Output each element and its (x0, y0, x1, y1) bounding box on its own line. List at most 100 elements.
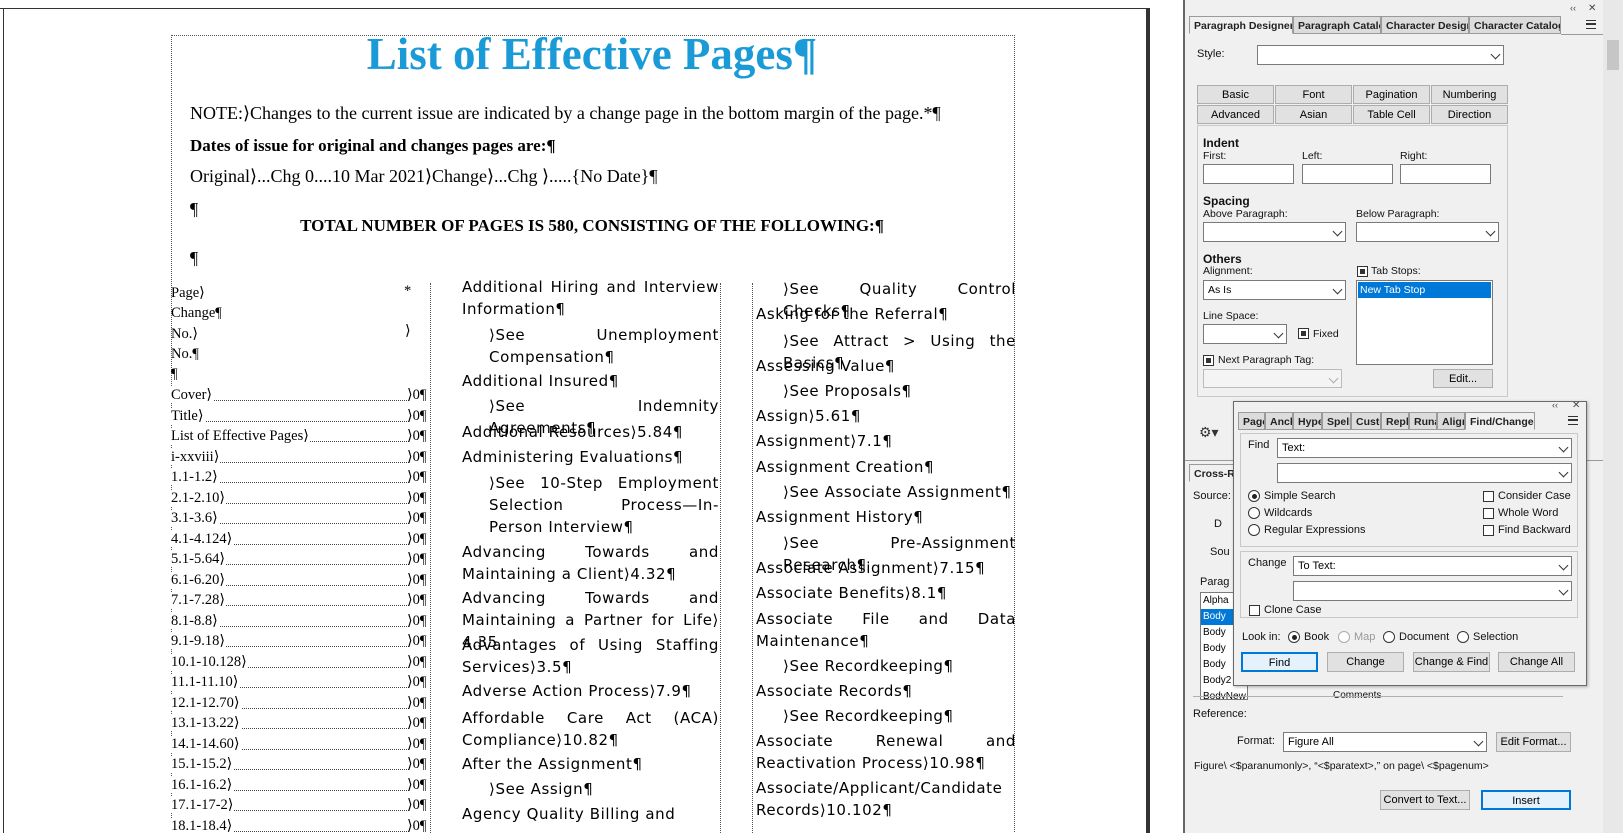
effective-page-row[interactable]: Title⟩ ⟩0¶ (171, 406, 431, 427)
panel-scrollbar[interactable] (1603, 0, 1623, 833)
tab-table-cell[interactable]: Table Cell (1353, 105, 1430, 124)
effective-page-row[interactable]: 4.1-4.124⟩ ⟩0¶ (171, 529, 431, 550)
right-indent-input[interactable] (1400, 164, 1491, 184)
tab-runaround[interactable]: Runa (1409, 412, 1437, 430)
effective-page-row[interactable]: 6.1-6.20⟩ ⟩0¶ (171, 570, 431, 591)
look-in-map-radio[interactable] (1338, 631, 1350, 643)
below-paragraph-select[interactable] (1356, 222, 1499, 242)
index-entry[interactable]: Advantages of Using Staffing Services⟩3.… (462, 634, 719, 678)
index-see-entry[interactable]: ⟩See 10-Step Employment Selection Proces… (462, 472, 719, 538)
effective-page-row[interactable]: 3.1-3.6⟩ ⟩0¶ (171, 508, 431, 529)
clone-case-checkbox[interactable] (1249, 605, 1260, 616)
total-pages-heading[interactable]: TOTAL NUMBER OF PAGES IS 580, CONSISTING… (171, 216, 1013, 236)
next-paragraph-select[interactable] (1203, 369, 1342, 388)
find-type-select[interactable]: Text: (1277, 438, 1572, 458)
index-entry[interactable]: Administering Evaluations¶ (462, 446, 719, 468)
change-button[interactable]: Change (1327, 652, 1404, 672)
page-title[interactable]: List of Effective Pages¶ (171, 28, 1013, 80)
index-entry[interactable]: Assignment⟩7.1¶ (756, 430, 1016, 452)
look-in-document-radio[interactable] (1383, 631, 1395, 643)
tab-replace[interactable]: Repla (1381, 412, 1409, 430)
index-entry[interactable]: Associate File and Data Maintenance¶ (756, 608, 1016, 652)
index-entry[interactable]: Associate/Applicant/Candidate Records⟩10… (756, 777, 1016, 821)
effective-page-row[interactable]: 9.1-9.18⟩ ⟩0¶ (171, 631, 431, 652)
index-entry[interactable]: After the Assignment¶ (462, 753, 719, 775)
index-see-entry[interactable]: ⟩See Recordkeeping¶ (756, 655, 1016, 677)
index-entry[interactable]: Affordable Care Act (ACA) Compliance⟩10.… (462, 707, 719, 751)
index-see-entry[interactable]: ⟩See Unemployment Compensation¶ (462, 324, 719, 368)
index-see-entry[interactable]: ⟩See Associate Assignment¶ (756, 481, 1016, 503)
collapse-icon[interactable]: ‹‹ (1570, 3, 1576, 13)
effective-page-row[interactable]: 7.1-7.28⟩ ⟩0¶ (171, 590, 431, 611)
regex-radio[interactable] (1248, 524, 1260, 536)
tab-stops-list[interactable]: New Tab Stop (1356, 280, 1493, 365)
index-entry[interactable]: Associate Benefits⟩8.1¶ (756, 582, 1016, 604)
whole-word-checkbox[interactable] (1483, 508, 1494, 519)
tab-align[interactable]: Align (1437, 412, 1465, 430)
tab-asian[interactable]: Asian (1275, 105, 1352, 124)
look-in-selection-radio[interactable] (1457, 631, 1469, 643)
index-entry[interactable]: Additional Insured¶ (462, 370, 719, 392)
change-input[interactable] (1293, 581, 1572, 601)
line-space-select[interactable] (1203, 324, 1287, 344)
index-entry[interactable]: Assignment History¶ (756, 506, 1016, 528)
effective-page-row[interactable]: 1.1-1.2⟩ ⟩0¶ (171, 467, 431, 488)
index-entry[interactable]: Additional Resources⟩5.84¶ (462, 421, 719, 443)
index-entry[interactable]: Adverse Action Process⟩7.9¶ (462, 680, 719, 702)
effective-page-row[interactable]: Cover⟩ ⟩0¶ (171, 385, 431, 406)
effective-page-row[interactable]: 11.1-11.10⟩ ⟩0¶ (171, 672, 431, 693)
tab-paragraph-designer[interactable]: Paragraph Designer (1189, 16, 1293, 34)
close-icon[interactable]: ✕ (1572, 400, 1580, 411)
first-indent-input[interactable] (1203, 164, 1294, 184)
find-backward-checkbox[interactable] (1483, 525, 1494, 536)
index-see-entry[interactable]: ⟩See Proposals¶ (756, 380, 1016, 402)
fixed-checkbox[interactable] (1298, 328, 1309, 339)
left-indent-input[interactable] (1302, 164, 1393, 184)
alignment-select[interactable]: As Is (1203, 280, 1346, 300)
tab-anchored-frame[interactable]: Anch (1265, 412, 1293, 430)
gear-icon[interactable]: ⚙▾ (1199, 424, 1219, 441)
effective-page-row[interactable]: 5.1-5.64⟩ ⟩0¶ (171, 549, 431, 570)
above-paragraph-select[interactable] (1203, 222, 1346, 242)
consider-case-checkbox[interactable] (1483, 491, 1494, 502)
tab-hypertext[interactable]: Hype (1293, 412, 1322, 430)
edit-tab-stop-button[interactable]: Edit... (1433, 369, 1493, 388)
simple-search-radio[interactable] (1248, 490, 1260, 502)
index-entry[interactable]: Associate Assignment⟩7.15¶ (756, 557, 1016, 579)
tab-character-catalog[interactable]: Character Catalog (1469, 16, 1561, 34)
wildcards-radio[interactable] (1248, 507, 1260, 519)
index-entry[interactable]: Advancing Towards and Maintaining a Clie… (462, 541, 719, 585)
look-in-book-radio[interactable] (1288, 631, 1300, 643)
find-button[interactable]: Find (1241, 652, 1318, 672)
tab-stops-checkbox[interactable] (1357, 266, 1368, 277)
tab-font[interactable]: Font (1275, 85, 1352, 104)
find-input[interactable] (1277, 463, 1572, 483)
tab-character-designer[interactable]: Character Designer (1381, 16, 1469, 34)
edit-format-button[interactable]: Edit Format... (1496, 732, 1571, 752)
index-entry[interactable]: Asking for the Referral¶ (756, 303, 1016, 325)
effective-page-row[interactable]: 16.1-16.2⟩ ⟩0¶ (171, 775, 431, 796)
tab-custom[interactable]: Custo (1351, 412, 1381, 430)
tab-paragraph-catalog[interactable]: Paragraph Catalog (1293, 16, 1381, 34)
tab-cross-reference[interactable]: Cross-R (1189, 464, 1237, 482)
effective-page-row[interactable]: 8.1-8.8⟩ ⟩0¶ (171, 611, 431, 632)
index-entry[interactable]: Associate Renewal and Reactivation Proce… (756, 730, 1016, 774)
scrollbar-thumb[interactable] (1607, 40, 1619, 70)
panel-menu-icon[interactable] (1586, 20, 1596, 29)
tab-direction[interactable]: Direction (1431, 105, 1508, 124)
index-entry[interactable]: Additional Hiring and Interview Informat… (462, 276, 719, 320)
effective-page-row[interactable]: 18.1-18.4⟩ ⟩0¶ (171, 816, 431, 833)
change-type-select[interactable]: To Text: (1293, 556, 1572, 576)
effective-page-row[interactable]: List of Effective Pages⟩ ⟩0¶ (171, 426, 431, 447)
effective-page-row[interactable]: i-xxviii⟩ ⟩0¶ (171, 447, 431, 468)
index-entry[interactable]: Associate Records¶ (756, 680, 1016, 702)
note-line[interactable]: NOTE:⟩Changes to the current issue are i… (190, 103, 941, 124)
effective-page-row[interactable]: 15.1-15.2⟩ ⟩0¶ (171, 754, 431, 775)
style-select[interactable] (1257, 45, 1504, 65)
tab-pagination[interactable]: Pagination (1353, 85, 1430, 104)
index-entry[interactable]: Assessing Value¶ (756, 355, 1016, 377)
effective-page-row[interactable]: 10.1-10.128⟩ ⟩0¶ (171, 652, 431, 673)
insert-button[interactable]: Insert (1481, 790, 1571, 810)
tab-basic[interactable]: Basic (1197, 85, 1274, 104)
effective-pages-column[interactable]: Page⟩ Change¶ No.⟩ No.¶ ¶ * ⟩ Cover⟩ ⟩0¶ T… (171, 283, 431, 833)
